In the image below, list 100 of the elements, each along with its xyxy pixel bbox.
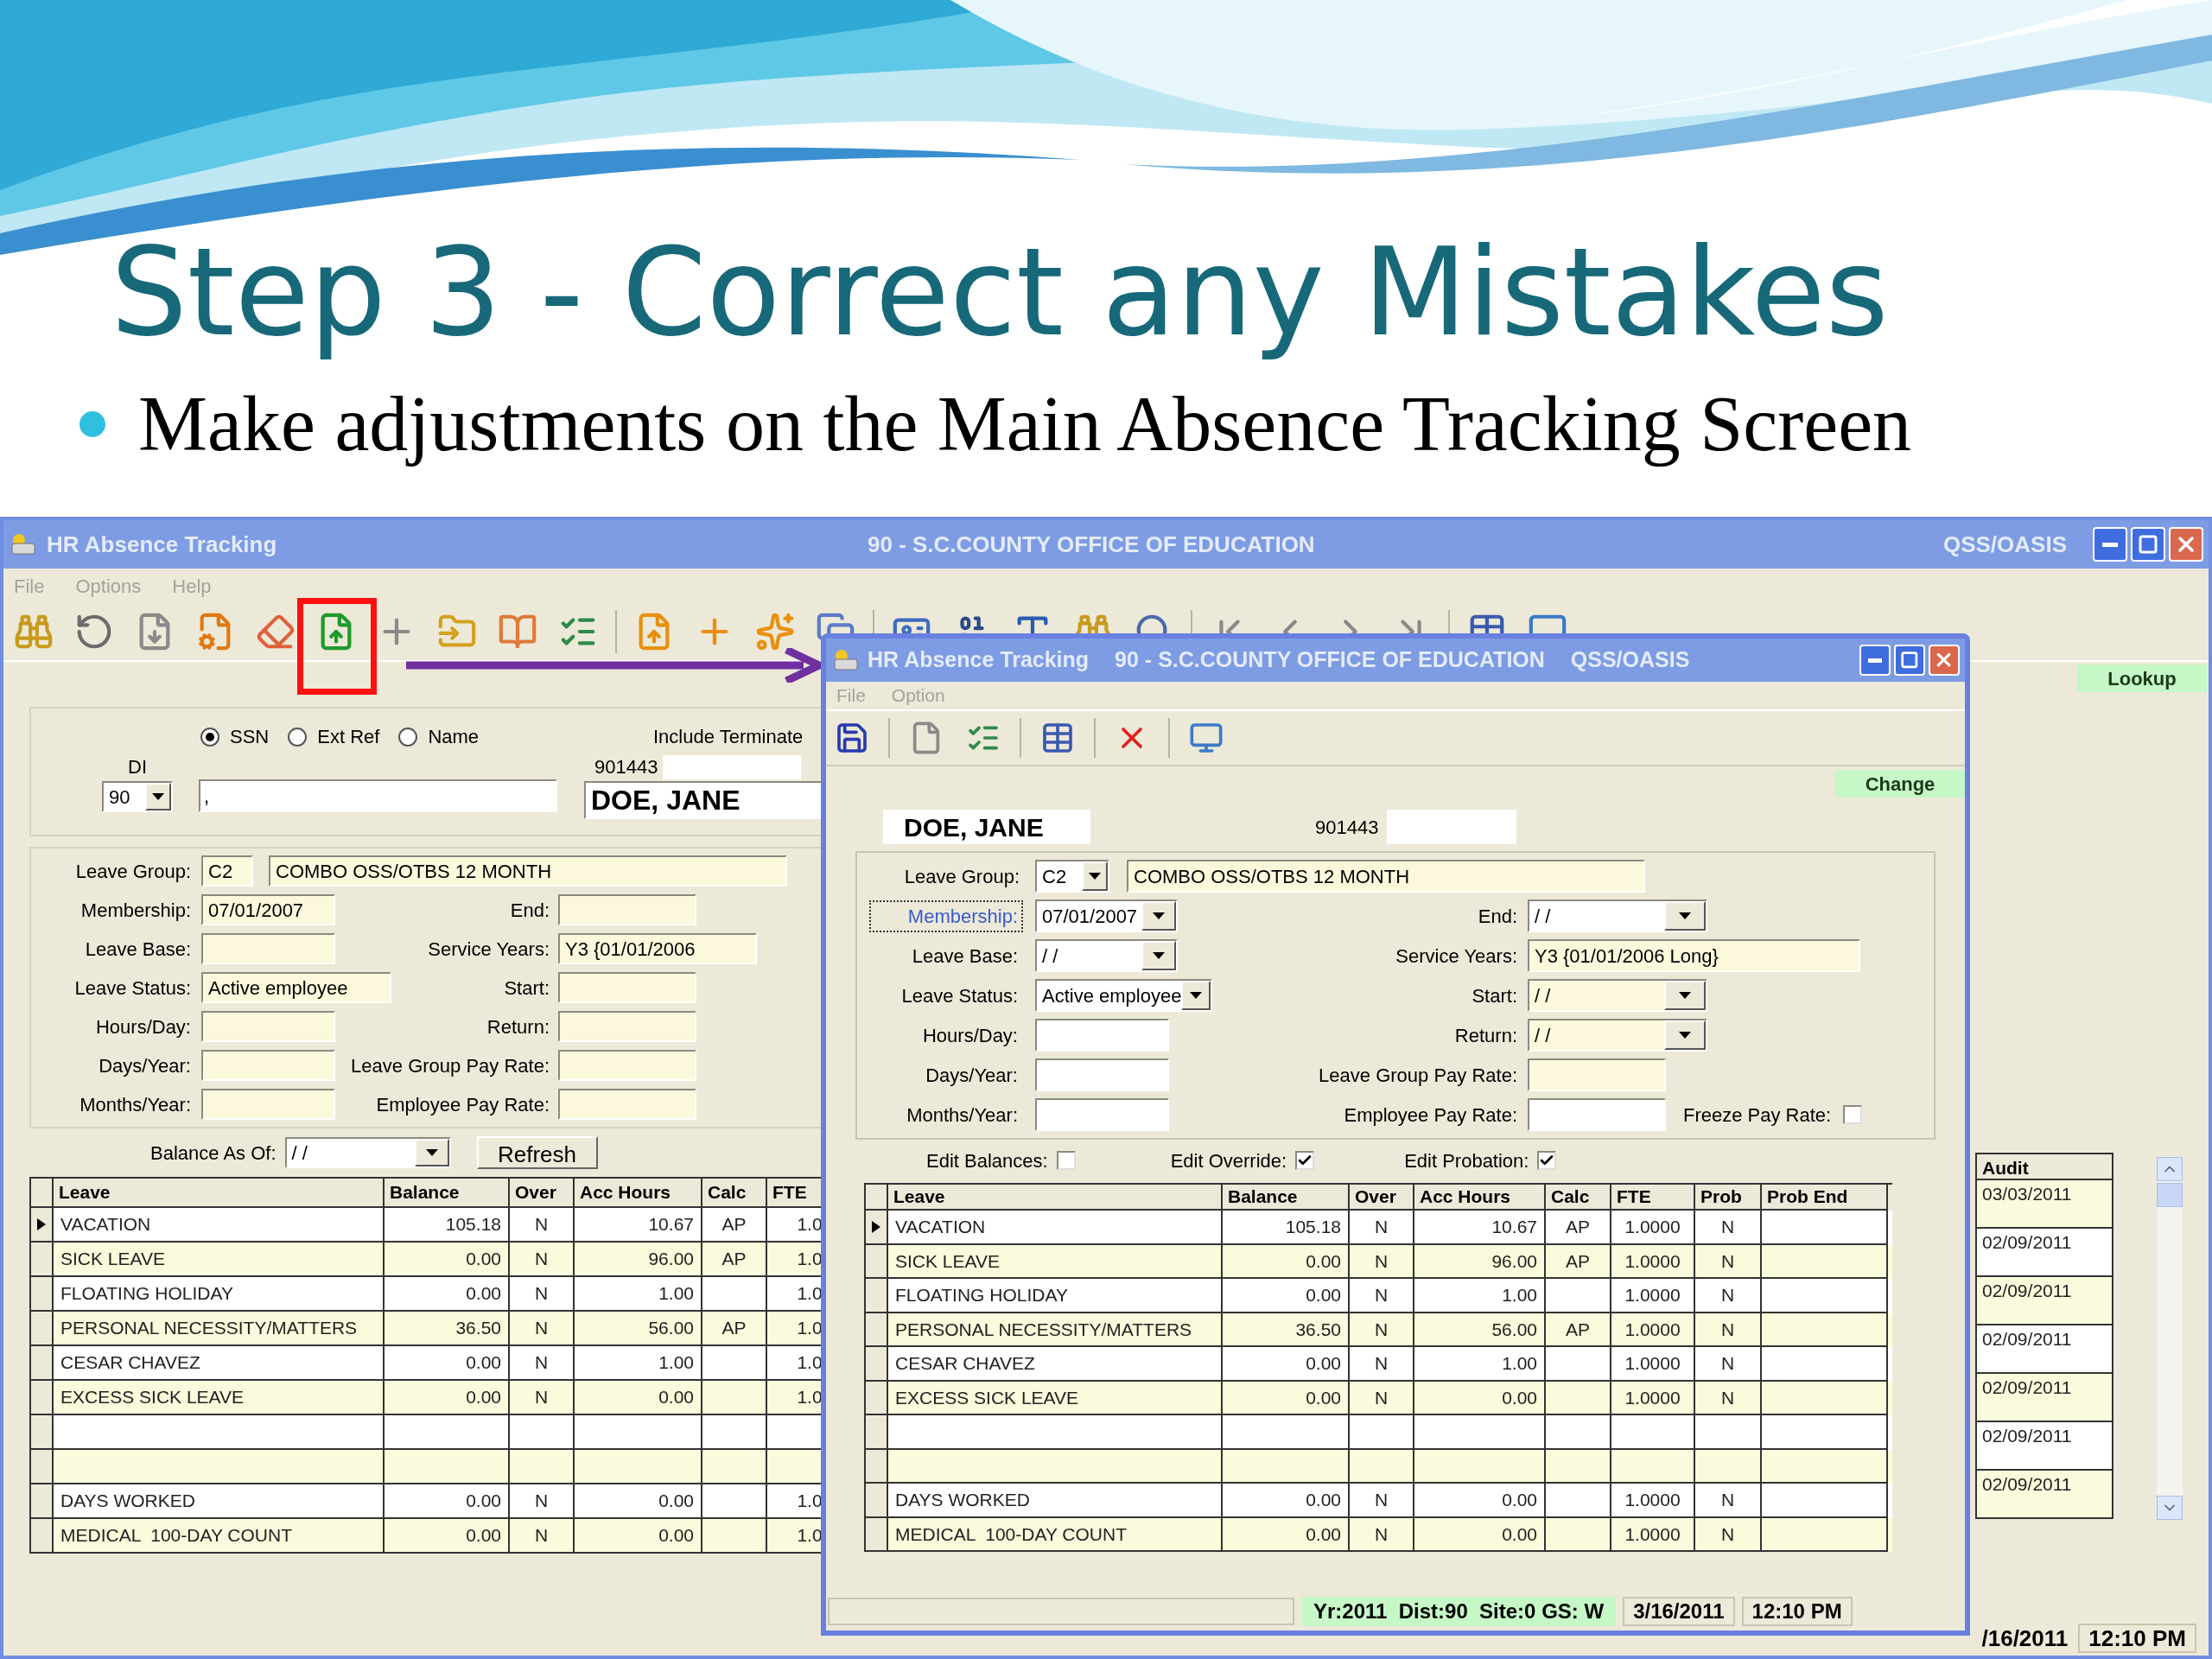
minimize-button[interactable]	[1859, 645, 1891, 676]
text-field[interactable]	[663, 754, 802, 779]
row-header-cell[interactable]	[866, 1211, 888, 1245]
checkbox[interactable]	[1295, 1151, 1315, 1170]
search-field[interactable]: ,	[199, 779, 557, 812]
row-header-cell[interactable]	[31, 1346, 54, 1381]
text-field[interactable]	[201, 1050, 335, 1081]
dropdown-button[interactable]	[1141, 901, 1176, 931]
row-header-cell[interactable]	[866, 1484, 888, 1518]
computer-icon[interactable]	[1189, 721, 1224, 755]
row-header-cell[interactable]	[31, 1208, 54, 1243]
text-field[interactable]: Y3 {01/01/2006 Long}	[1528, 939, 1860, 972]
dropdown-button[interactable]	[1082, 861, 1108, 891]
radio-option[interactable]: Ext Ref	[288, 722, 380, 751]
field-label: End:	[1477, 904, 1518, 929]
save-icon[interactable]	[835, 721, 869, 755]
row-header-cell[interactable]	[31, 1415, 54, 1450]
table-cell: N	[1350, 1517, 1414, 1552]
grid-icon[interactable]	[1040, 721, 1075, 755]
dropdown-field[interactable]: / /	[1528, 1019, 1707, 1052]
row-header-cell[interactable]	[866, 1381, 888, 1415]
close-button[interactable]	[2169, 527, 2203, 562]
text-field[interactable]: Y3 {01/01/2006	[558, 933, 757, 964]
text-field[interactable]: 07/01/2007	[201, 894, 335, 925]
text-field[interactable]	[1387, 810, 1517, 844]
dropdown-button[interactable]	[414, 1139, 449, 1166]
checkbox[interactable]	[1843, 1105, 1863, 1124]
text-field[interactable]	[201, 1011, 335, 1042]
checkbox[interactable]	[1537, 1151, 1557, 1170]
dropdown-button[interactable]	[1664, 901, 1706, 931]
dropdown-button[interactable]	[1181, 981, 1211, 1010]
window-title: HR Absence Tracking	[47, 530, 278, 559]
dropdown-field[interactable]: / /	[1035, 939, 1178, 972]
dropdown-field[interactable]: Active employee	[1035, 979, 1212, 1012]
row-header-cell[interactable]	[866, 1517, 888, 1552]
status-date: 3/16/2011	[1623, 1597, 1735, 1626]
row-header-cell[interactable]	[866, 1279, 888, 1313]
text-field[interactable]	[201, 1089, 335, 1120]
text-field[interactable]	[558, 972, 696, 1003]
text-field[interactable]	[1035, 1098, 1169, 1131]
minimize-button[interactable]	[2093, 527, 2127, 562]
text-field[interactable]	[1528, 1098, 1666, 1131]
dropdown-field[interactable]: / /	[1528, 899, 1707, 932]
status-date: /16/2011	[1981, 1624, 2069, 1653]
radio-option[interactable]: Name	[398, 722, 480, 751]
refresh-button[interactable]: Refresh	[476, 1136, 598, 1169]
text-field[interactable]	[558, 1089, 696, 1120]
maximize-button[interactable]	[2131, 527, 2165, 562]
text-field[interactable]: COMBO OSS/OTBS 12 MONTH	[1127, 860, 1645, 893]
maximize-button[interactable]	[1894, 645, 1925, 676]
field-label: Return:	[486, 1014, 550, 1039]
table-cell: 02/09/2011	[1977, 1471, 2113, 1519]
scroll-thumb[interactable]	[2157, 1183, 2183, 1207]
row-header-cell[interactable]	[866, 1313, 888, 1347]
table-cell: 02/09/2011	[1977, 1277, 2113, 1325]
text-field[interactable]	[558, 1011, 696, 1042]
product-name: QSS/OASIS	[1570, 646, 1690, 674]
checkbox-label: Freeze Pay Rate:	[1683, 1103, 1832, 1128]
dropdown-field[interactable]: 90	[102, 781, 173, 812]
dropdown-button[interactable]	[1141, 941, 1176, 970]
dropdown-button[interactable]	[1664, 981, 1706, 1010]
row-header-cell[interactable]	[31, 1519, 54, 1554]
text-field[interactable]: COMBO OSS/OTBS 12 MONTH	[269, 855, 787, 887]
text-field[interactable]	[1035, 1019, 1169, 1052]
row-header-cell[interactable]	[31, 1484, 54, 1519]
dropdown-field[interactable]: / /	[284, 1137, 451, 1168]
row-header-cell[interactable]	[866, 1449, 888, 1484]
radio-option[interactable]: SSN	[200, 722, 270, 751]
dropdown-field[interactable]: C2	[1035, 860, 1109, 893]
row-header-cell[interactable]	[31, 1381, 54, 1415]
field-label: Return:	[1453, 1023, 1518, 1048]
row-header-cell[interactable]	[31, 1312, 54, 1346]
row-header-cell[interactable]	[31, 1450, 54, 1484]
field-label: Days/Year:	[98, 1053, 191, 1078]
dropdown-button[interactable]	[1664, 1020, 1706, 1050]
close-button[interactable]	[1929, 645, 1960, 676]
field-label: Months/Year:	[906, 1103, 1019, 1128]
text-field[interactable]	[201, 933, 335, 964]
row-header-cell[interactable]	[866, 1244, 888, 1279]
maximize-icon	[1900, 651, 1919, 670]
dropdown-field[interactable]: / /	[1528, 979, 1707, 1012]
field-label: Leave Group Pay Rate:	[350, 1053, 550, 1078]
dropdown-field[interactable]: 07/01/2007	[1035, 899, 1178, 932]
row-header-cell[interactable]	[31, 1243, 54, 1277]
status-info: Yr:2011 Dist:90 Site:0 GS: W	[1301, 1597, 1617, 1626]
column-header: Calc	[1546, 1185, 1611, 1211]
text-field[interactable]	[558, 894, 696, 925]
row-header-cell[interactable]	[866, 1347, 888, 1382]
field-label: End:	[509, 898, 550, 923]
row-header-cell[interactable]	[866, 1415, 888, 1450]
text-field[interactable]: Active employee	[201, 972, 391, 1003]
field-label: Leave Status:	[900, 983, 1019, 1008]
text-field[interactable]	[1035, 1058, 1169, 1091]
row-header-cell[interactable]	[31, 1277, 54, 1312]
text-field[interactable]	[558, 1050, 696, 1081]
text-field[interactable]: C2	[201, 855, 253, 887]
mode-indicator: Lookup	[2077, 664, 2207, 692]
text-field[interactable]	[1528, 1058, 1666, 1091]
checkbox[interactable]	[1056, 1151, 1076, 1170]
dropdown-button[interactable]	[145, 783, 171, 810]
